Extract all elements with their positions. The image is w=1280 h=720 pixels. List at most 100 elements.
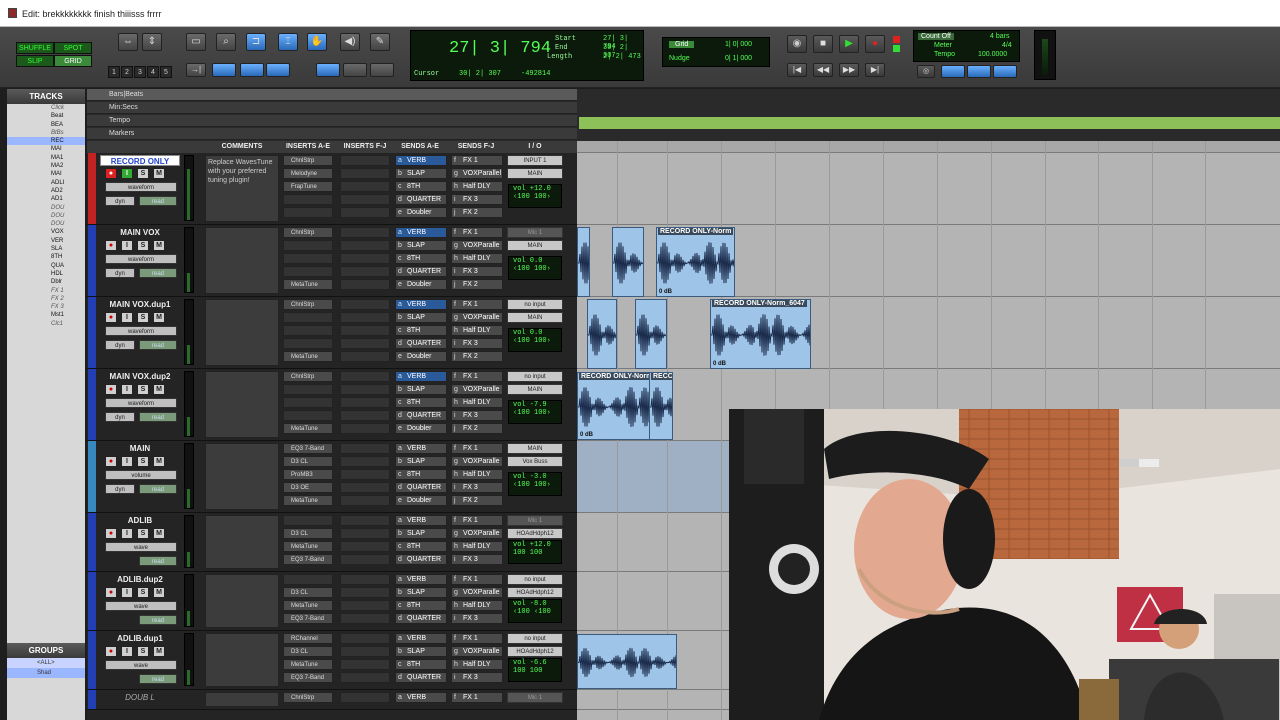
online-icon[interactable]: ◉ bbox=[787, 35, 807, 53]
comments-field[interactable] bbox=[205, 692, 279, 707]
insert-slot-fj[interactable] bbox=[340, 181, 390, 192]
mute-button[interactable]: M bbox=[153, 312, 165, 323]
zoom-preset-5[interactable]: 5 bbox=[160, 66, 172, 78]
insert-slot[interactable] bbox=[283, 410, 333, 421]
send-slot[interactable]: f FX 1 bbox=[451, 299, 503, 310]
send-slot[interactable]: d QUARTER bbox=[395, 266, 447, 277]
input-selector[interactable]: MAIN bbox=[507, 443, 563, 454]
send-slot[interactable]: a VERB bbox=[395, 227, 447, 238]
zoom-preset-3[interactable]: 3 bbox=[134, 66, 146, 78]
midi-merge-icon[interactable] bbox=[967, 65, 991, 78]
ruler-tempo[interactable]: Tempo bbox=[87, 115, 577, 127]
track-list-item[interactable]: MA2 bbox=[7, 162, 85, 170]
dyn-selector[interactable]: dyn bbox=[105, 340, 135, 350]
insert-slot[interactable] bbox=[283, 338, 333, 349]
stop-icon[interactable]: ■ bbox=[813, 35, 833, 53]
mute-button[interactable]: M bbox=[153, 456, 165, 467]
zoomer-tool-icon[interactable]: ⌕ bbox=[216, 33, 236, 51]
insert-slot[interactable] bbox=[283, 253, 333, 264]
track-list-item[interactable]: MA1 bbox=[7, 154, 85, 162]
input-monitor-button[interactable]: I bbox=[121, 384, 133, 395]
ruler-markers[interactable]: Markers bbox=[87, 128, 577, 140]
send-slot[interactable]: i FX 3 bbox=[451, 410, 503, 421]
grabber-tool-icon[interactable]: ✋ bbox=[307, 33, 327, 51]
track-name[interactable]: MAIN VOX.dup1 bbox=[100, 299, 180, 310]
comments-field[interactable] bbox=[205, 633, 279, 687]
insert-slot[interactable]: FrapTune bbox=[283, 181, 333, 192]
send-slot[interactable]: a VERB bbox=[395, 515, 447, 526]
track-list-item[interactable]: FX 3 bbox=[7, 303, 85, 311]
send-slot[interactable]: h Half DLY bbox=[451, 325, 503, 336]
input-monitor-button[interactable]: I bbox=[121, 528, 133, 539]
automation-mode[interactable]: read bbox=[139, 412, 177, 422]
audio-clip[interactable]: RECORD ONLY-Norm_6047 0 dB bbox=[710, 299, 811, 369]
send-slot[interactable]: i FX 3 bbox=[451, 672, 503, 683]
mute-button[interactable]: M bbox=[153, 528, 165, 539]
send-slot[interactable]: g VOXParalle bbox=[451, 384, 503, 395]
insert-slot-fj[interactable] bbox=[340, 279, 390, 290]
send-slot[interactable]: c 8TH bbox=[395, 181, 447, 192]
automation-mode[interactable]: read bbox=[139, 674, 177, 684]
insert-slot-fj[interactable] bbox=[340, 659, 390, 670]
record-icon[interactable]: ● bbox=[865, 35, 885, 53]
comments-field[interactable] bbox=[205, 299, 279, 366]
insert-slot[interactable]: MetaTune bbox=[283, 279, 333, 290]
input-selector[interactable]: no input bbox=[507, 299, 563, 310]
track-list-item[interactable]: BEA bbox=[7, 121, 85, 129]
send-slot[interactable]: c 8TH bbox=[395, 325, 447, 336]
insert-slot-fj[interactable] bbox=[340, 600, 390, 611]
track-name[interactable]: RECORD ONLY bbox=[100, 155, 180, 166]
insert-slot[interactable]: EQ3 7-Band bbox=[283, 443, 333, 454]
record-enable-button[interactable]: ● bbox=[105, 312, 117, 323]
zoom-preset-4[interactable]: 4 bbox=[147, 66, 159, 78]
nudge-label[interactable]: Nudge bbox=[669, 55, 690, 62]
input-selector[interactable]: Mic 1 bbox=[507, 227, 563, 238]
insert-slot-fj[interactable] bbox=[340, 613, 390, 624]
insert-slot-fj[interactable] bbox=[340, 227, 390, 238]
go-to-end-icon[interactable]: ▶| bbox=[865, 63, 885, 77]
solo-button[interactable]: S bbox=[137, 646, 149, 657]
track-name[interactable]: MAIN VOX bbox=[100, 227, 180, 238]
audio-clip[interactable] bbox=[635, 299, 667, 369]
send-slot[interactable]: a VERB bbox=[395, 299, 447, 310]
conductor-icon[interactable] bbox=[941, 65, 965, 78]
send-slot[interactable]: i FX 3 bbox=[451, 266, 503, 277]
rewind-icon[interactable]: ◀◀ bbox=[813, 63, 833, 77]
insert-slot[interactable] bbox=[283, 240, 333, 251]
send-slot[interactable]: a VERB bbox=[395, 371, 447, 382]
send-slot[interactable]: g VOXParalle bbox=[451, 528, 503, 539]
send-slot[interactable]: i FX 3 bbox=[451, 338, 503, 349]
comments-field[interactable] bbox=[205, 515, 279, 569]
send-slot[interactable]: b SLAP bbox=[395, 168, 447, 179]
send-slot[interactable]: d QUARTER bbox=[395, 613, 447, 624]
main-counter[interactable]: 27| 3| 794 Start 27| 3| 794 End 30| 2| 3… bbox=[410, 30, 644, 81]
track-list-item[interactable]: Beat bbox=[7, 112, 85, 120]
volume-pan-display[interactable]: vol -7.9 ‹100 100› bbox=[508, 400, 562, 424]
input-monitor-button[interactable]: I bbox=[121, 646, 133, 657]
send-slot[interactable]: h Half DLY bbox=[451, 600, 503, 611]
send-slot[interactable]: a VERB bbox=[395, 155, 447, 166]
insert-slot[interactable]: ChnlStrp bbox=[283, 155, 333, 166]
insert-slot[interactable] bbox=[283, 194, 333, 205]
automation-mode[interactable]: read bbox=[139, 556, 177, 566]
input-selector[interactable]: no input bbox=[507, 633, 563, 644]
insert-slot[interactable]: ChnlStrp bbox=[283, 692, 333, 703]
insert-slot[interactable]: Melodyne bbox=[283, 168, 333, 179]
insert-slot-fj[interactable] bbox=[340, 587, 390, 598]
send-slot[interactable]: c 8TH bbox=[395, 600, 447, 611]
audio-clip[interactable] bbox=[612, 227, 644, 297]
insert-slot[interactable]: MetaTune bbox=[283, 351, 333, 362]
link-timeline-icon[interactable] bbox=[240, 63, 264, 77]
automation-mode[interactable]: read bbox=[139, 484, 177, 494]
fast-forward-icon[interactable]: ▶▶ bbox=[839, 63, 859, 77]
track-list-item[interactable]: Mst1 bbox=[7, 311, 85, 319]
insert-slot-fj[interactable] bbox=[340, 646, 390, 657]
insert-slot[interactable] bbox=[283, 574, 333, 585]
tab-to-transients-icon[interactable]: →| bbox=[186, 63, 206, 77]
insert-slot[interactable] bbox=[283, 312, 333, 323]
solo-button[interactable]: S bbox=[137, 384, 149, 395]
send-slot[interactable]: a VERB bbox=[395, 443, 447, 454]
insert-slot[interactable]: RChannel bbox=[283, 633, 333, 644]
insert-slot[interactable] bbox=[283, 207, 333, 218]
mode-shuffle[interactable]: SHUFFLE bbox=[16, 42, 54, 54]
